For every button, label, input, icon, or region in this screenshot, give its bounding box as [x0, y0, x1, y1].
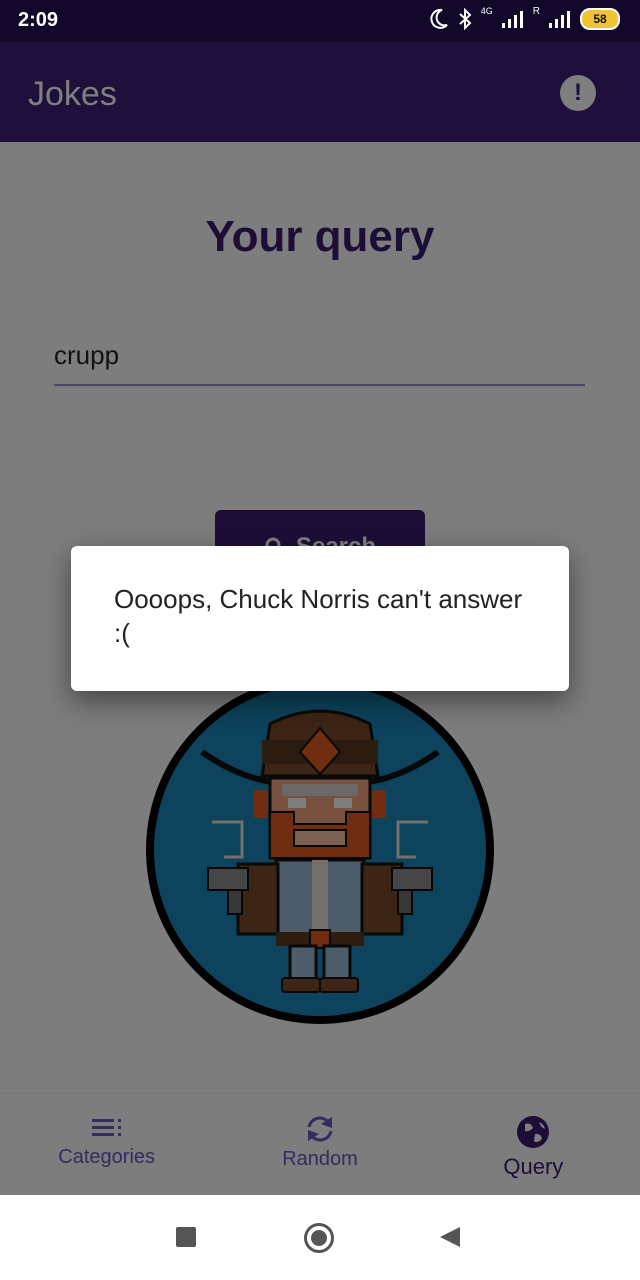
status-bar: 2:09 4G R 58 [0, 0, 640, 42]
signal-icon [501, 11, 523, 28]
status-icons: 4G R 58 [429, 5, 620, 30]
moon-icon [430, 8, 448, 29]
battery-icon: 58 [580, 8, 620, 30]
status-time: 2:09 [18, 9, 59, 31]
roaming-indicator: R [532, 5, 540, 17]
home-dot [311, 1230, 327, 1246]
signal-icon-2 [549, 11, 570, 28]
back-button[interactable] [438, 1225, 462, 1249]
recent-apps-button[interactable] [176, 1227, 196, 1247]
error-dialog: Oooops, Chuck Norris can't answer :( [71, 546, 569, 691]
network-type: 4G [480, 6, 493, 16]
home-button[interactable] [304, 1223, 334, 1253]
system-nav-bar [0, 1195, 640, 1280]
battery-level: 58 [593, 12, 607, 26]
bluetooth-icon [459, 8, 472, 30]
dialog-message: Oooops, Chuck Norris can't answer :( [114, 584, 523, 648]
